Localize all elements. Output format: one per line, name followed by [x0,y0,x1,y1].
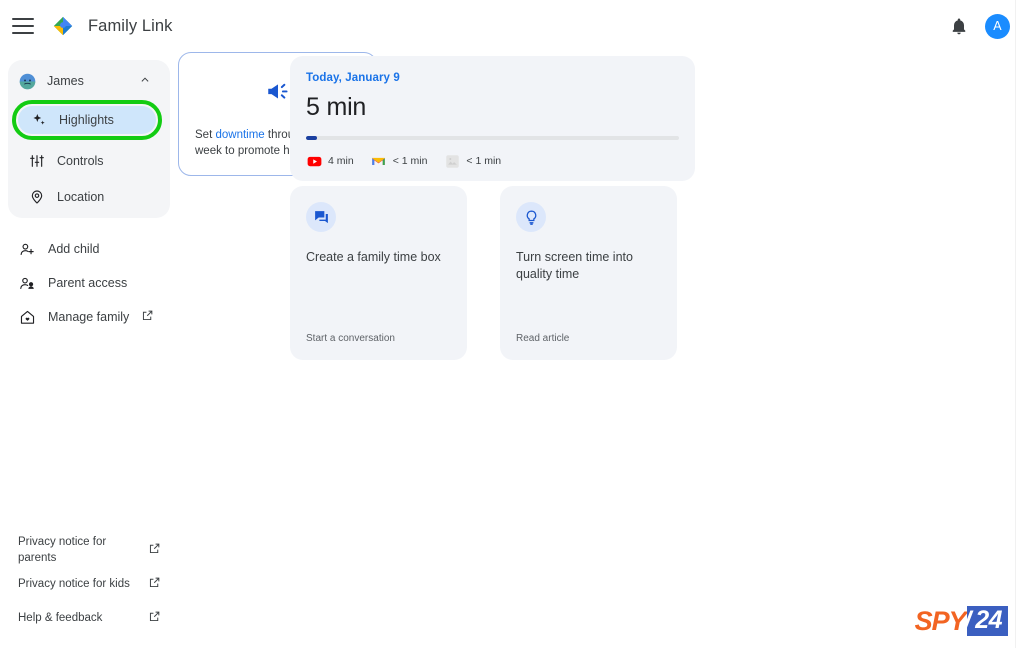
sidebar-item-label: Controls [57,154,104,168]
main-content: Today, January 9 5 min 4 min < 1 min < 1… [178,52,1016,648]
app-header: Family Link A [0,0,1024,52]
promo-card-title: Turn screen time into quality time [516,250,633,281]
sidebar-item-location[interactable]: Location [14,182,164,212]
sidebar-item-label: Location [57,190,105,204]
footer-link-help-feedback[interactable]: Help & feedback [0,602,178,636]
person-add-icon [18,240,36,258]
watermark-slash: / [963,605,972,636]
generic-app-icon [444,153,460,169]
screen-time-total: 5 min [306,93,367,121]
map-pin-icon [28,188,46,206]
sidebar-profile-label: James [47,74,84,88]
sidebar-profile-james[interactable]: James [14,66,164,96]
youtube-icon [306,153,322,169]
screen-time-progress-bar [306,136,679,140]
external-link-icon [141,309,154,325]
downtime-text-before: Set [195,129,216,141]
footer-link-privacy-parents[interactable]: Privacy notice for parents [0,534,178,568]
footer-link-label: Privacy notice for parents [18,536,107,564]
avatar[interactable]: A [985,13,1010,39]
sidebar-item-label: Parent access [48,276,128,290]
sidebar-secondary-nav: Add child Parent access Manage family [0,232,178,334]
sidebar-item-highlights[interactable]: Highlights [18,106,156,134]
app-usage-item: < 1 min [444,153,501,169]
app-title: Family Link [88,16,173,35]
app-usage-time: < 1 min [392,155,428,167]
spy24-watermark: SPY / 24 [915,606,1008,636]
gmail-icon [371,153,387,169]
child-avatar-icon [18,72,36,90]
promo-card-family-time-box[interactable]: Create a family time box Start a convers… [290,186,467,360]
sidebar-item-manage-family[interactable]: Manage family [0,300,178,334]
app-usage-item: 4 min [306,153,354,169]
promo-card-quality-time[interactable]: Turn screen time into quality time Read … [500,186,677,360]
family-link-logo-icon [52,15,74,37]
chevron-up-icon[interactable] [138,73,152,90]
watermark-brand: SPY [914,605,967,636]
sidebar-footer: Privacy notice for parents Privacy notic… [0,534,178,636]
footer-link-label: Help & feedback [18,612,103,625]
sidebar-item-label: Highlights [59,113,114,127]
footer-link-privacy-kids[interactable]: Privacy notice for kids [0,568,178,602]
app-usage-list: 4 min < 1 min < 1 min [306,153,679,169]
screen-time-date: Today, January 9 [306,72,400,84]
chat-forum-icon [306,202,336,232]
screen-time-progress-fill [306,136,318,140]
child-nav-group: James Highlights Controls Location [8,60,170,218]
app-usage-time: < 1 min [466,155,502,167]
external-link-icon [148,610,162,629]
header-actions: A [949,0,1010,52]
home-heart-icon [18,308,36,326]
watermark-number: 24 [967,606,1008,636]
sidebar-item-controls[interactable]: Controls [14,146,164,176]
sidebar-item-label: Add child [48,242,100,256]
promo-card-title: Create a family time box [306,250,441,264]
sidebar-item-add-child[interactable]: Add child [0,232,178,266]
right-edge-divider [1015,0,1016,648]
external-link-icon [148,542,162,561]
downtime-link[interactable]: downtime [215,129,264,141]
hamburger-menu-icon[interactable] [12,18,34,34]
sparkle-icon [30,111,48,129]
bell-icon[interactable] [949,16,969,36]
promo-card-action[interactable]: Read article [516,333,569,344]
footer-link-label: Privacy notice for kids [18,578,130,591]
app-usage-item: < 1 min [371,153,428,169]
external-link-icon [148,576,162,595]
app-usage-time: 4 min [328,155,354,167]
family-link-app: Family Link A James Highlights Controls … [0,0,1024,648]
sidebar: James Highlights Controls Location Add c… [0,52,178,648]
sidebar-item-label: Manage family [48,310,130,324]
highlights-focus-ring: Highlights [12,100,162,140]
tune-sliders-icon [28,152,46,170]
sidebar-item-parent-access[interactable]: Parent access [0,266,178,300]
lightbulb-icon [516,202,546,232]
people-icon [18,274,36,292]
screen-time-card[interactable]: Today, January 9 5 min 4 min < 1 min < 1… [290,56,695,181]
promo-card-action[interactable]: Start a conversation [306,333,395,344]
